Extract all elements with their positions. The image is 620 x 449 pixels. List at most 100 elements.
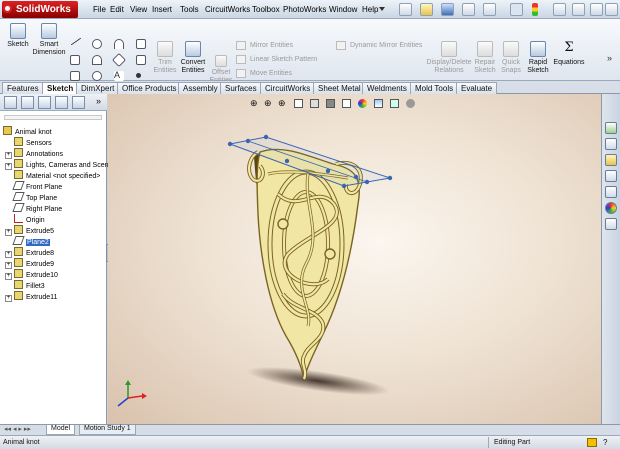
sketch-button[interactable]: Sketch: [4, 23, 32, 49]
move-entities-label[interactable]: Move Entities: [250, 70, 292, 77]
menu-edit[interactable]: Edit: [110, 5, 124, 14]
tree-item[interactable]: + Lights, Cameras and Scene: [5, 159, 112, 170]
minimize-icon[interactable]: [590, 3, 603, 16]
tree-item[interactable]: Origin: [5, 214, 45, 225]
tree-item[interactable]: Top Plane: [5, 192, 57, 203]
plane-handle[interactable]: [227, 141, 233, 147]
tree-item[interactable]: + Annotations: [5, 148, 63, 159]
appearances-icon[interactable]: [605, 202, 617, 214]
circle-icon[interactable]: [92, 39, 102, 49]
tree-item[interactable]: Front Plane: [5, 181, 62, 192]
quick-snaps-button[interactable]: Quick Snaps: [499, 41, 523, 75]
plane-handle[interactable]: [341, 183, 347, 189]
plane-handle[interactable]: [364, 179, 370, 185]
slot-icon[interactable]: [70, 71, 80, 81]
design-library-icon[interactable]: [605, 138, 617, 150]
options-icon[interactable]: [553, 3, 566, 16]
menu-view[interactable]: View: [130, 5, 147, 14]
linear-sketch-pattern-icon[interactable]: [236, 55, 246, 64]
tree-item[interactable]: + Extrude5: [5, 225, 54, 236]
open-folder-icon[interactable]: [420, 3, 433, 16]
expand-plus-icon[interactable]: +: [5, 229, 12, 236]
plane-handle[interactable]: [353, 174, 359, 180]
tab-features[interactable]: Features: [2, 82, 44, 94]
tab-surfaces[interactable]: Surfaces: [220, 82, 262, 94]
tree-item[interactable]: Fillet3: [5, 280, 45, 291]
plane-handle[interactable]: [284, 158, 290, 164]
menu-tools[interactable]: Tools: [180, 5, 199, 14]
trim-entities-button[interactable]: Trim Entities: [150, 41, 180, 75]
solidworks-resources-icon[interactable]: [605, 122, 617, 134]
menu-toolbox[interactable]: Toolbox: [252, 5, 280, 14]
file-explorer-icon[interactable]: [605, 154, 617, 166]
plane-handle[interactable]: [263, 134, 269, 140]
tab-sheet-metal[interactable]: Sheet Metal: [313, 82, 366, 94]
sketch-grid-icon[interactable]: [136, 39, 146, 49]
tab-office-products[interactable]: Office Products: [117, 82, 182, 94]
toolbar-overflow-icon[interactable]: »: [607, 53, 612, 63]
graphics-area[interactable]: ⊕ ⊕ ⊕: [108, 94, 601, 424]
undo-icon[interactable]: [483, 3, 496, 16]
expand-plus-icon[interactable]: +: [5, 163, 12, 170]
tab-sketch[interactable]: Sketch: [42, 82, 79, 94]
line-icon[interactable]: [70, 37, 82, 46]
repair-sketch-button[interactable]: Repair Sketch: [472, 41, 498, 75]
display-delete-relations-button[interactable]: Display/Delete Relations: [424, 41, 474, 75]
configuration-manager-tab-icon[interactable]: [38, 96, 51, 109]
tree-root[interactable]: Animal knot: [3, 126, 52, 137]
select-arrow-icon[interactable]: [510, 3, 523, 16]
tree-item[interactable]: + Extrude9: [5, 258, 54, 269]
tree-item[interactable]: Material <not specified>: [5, 170, 100, 181]
plane-handle[interactable]: [245, 138, 251, 144]
expand-plus-icon[interactable]: +: [5, 295, 12, 302]
tree-item[interactable]: + Extrude8: [5, 247, 54, 258]
plane-icon[interactable]: [136, 55, 146, 65]
polygon-icon[interactable]: [92, 71, 102, 81]
rectangle-icon[interactable]: [70, 55, 80, 65]
property-manager-tab-icon[interactable]: [21, 96, 34, 109]
tab-circuitworks[interactable]: CircuitWorks: [260, 82, 316, 94]
expand-plus-icon[interactable]: +: [5, 273, 12, 280]
menu-window[interactable]: Window: [329, 5, 357, 14]
rebuild-traffic-light-icon[interactable]: [532, 3, 538, 16]
plane-handle[interactable]: [387, 175, 393, 181]
arc-icon[interactable]: [92, 55, 102, 65]
custom-properties-icon[interactable]: [605, 218, 617, 230]
app-logo[interactable]: SolidWorks: [2, 1, 78, 18]
tab-scroll-arrows-icon[interactable]: ◂◂ ◂ ▸ ▸▸: [4, 425, 31, 433]
mirror-entities-icon[interactable]: [236, 41, 246, 50]
dynamic-mirror-label[interactable]: Dynamic Mirror Entities: [350, 42, 422, 49]
search-icon[interactable]: [605, 170, 617, 182]
tab-weldments[interactable]: Weldments: [362, 82, 412, 94]
menu-circuitworks[interactable]: CircuitWorks: [205, 5, 250, 14]
plane-handle[interactable]: [325, 168, 331, 174]
linear-sketch-pattern-label[interactable]: Linear Sketch Pattern: [250, 56, 317, 63]
menu-help[interactable]: Help: [362, 5, 378, 14]
move-entities-icon[interactable]: [236, 69, 246, 78]
menu-photoworks[interactable]: PhotoWorks: [283, 5, 326, 14]
panel-expand-icon[interactable]: »: [96, 96, 101, 106]
expand-plus-icon[interactable]: +: [5, 251, 12, 258]
point-icon[interactable]: [136, 73, 141, 78]
tree-item[interactable]: + Extrude11: [5, 291, 57, 302]
smart-dimension-button[interactable]: Smart Dimension: [32, 23, 66, 57]
spline-icon[interactable]: [114, 39, 124, 49]
tree-item[interactable]: Sensors: [5, 137, 52, 148]
sketch-fillet-icon[interactable]: [111, 52, 127, 68]
tab-model[interactable]: Model: [46, 425, 76, 435]
mirror-entities-label[interactable]: Mirror Entities: [250, 42, 293, 49]
tab-assembly[interactable]: Assembly: [178, 82, 223, 94]
rebuild-status-icon[interactable]: [587, 438, 597, 447]
tab-mold-tools[interactable]: Mold Tools: [410, 82, 459, 94]
rapid-sketch-button[interactable]: Rapid Sketch: [525, 41, 551, 75]
save-icon[interactable]: [441, 3, 454, 16]
equations-button[interactable]: Σ Equations: [553, 41, 585, 67]
expand-plus-icon[interactable]: +: [5, 262, 12, 269]
dimxpert-manager-tab-icon[interactable]: [55, 96, 68, 109]
help-search-icon[interactable]: [572, 3, 585, 16]
expand-plus-icon[interactable]: +: [5, 152, 12, 159]
menu-insert[interactable]: Insert: [152, 5, 172, 14]
tree-filter-input[interactable]: [4, 115, 102, 120]
help-dropdown-icon[interactable]: [379, 7, 385, 11]
view-palette-icon[interactable]: [605, 186, 617, 198]
